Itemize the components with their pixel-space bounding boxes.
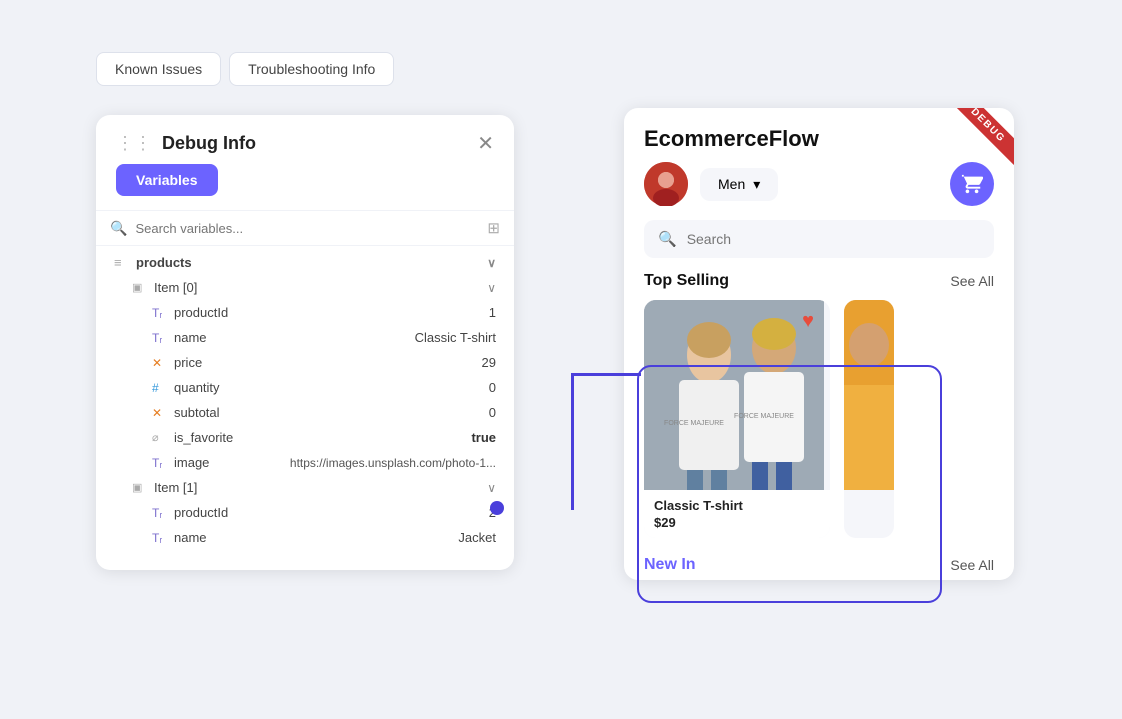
var-label-name-1: name bbox=[174, 530, 458, 545]
variables-button[interactable]: Variables bbox=[116, 164, 218, 196]
variables-list: ≡ products ∨ ▣ Item [0] ∨ Tᵣ productId 1… bbox=[96, 246, 514, 554]
top-tabs-container: Known Issues Troubleshooting Info bbox=[96, 52, 394, 86]
product-name-classic: Classic T-shirt bbox=[654, 498, 820, 513]
chevron-icon-item1: ∨ bbox=[487, 481, 496, 495]
ecom-search-icon: 🔍 bbox=[658, 230, 677, 248]
search-bar: 🔍 ⊞ bbox=[96, 210, 514, 246]
gender-dropdown[interactable]: Men ▾ bbox=[700, 168, 778, 201]
debug-corner: DEBUG bbox=[944, 108, 1014, 178]
ecommerce-panel: DEBUG EcommerceFlow Men ▾ 🔍 Top Selling … bbox=[624, 108, 1014, 580]
var-value-image: https://images.unsplash.com/photo-1... bbox=[290, 456, 496, 470]
ecom-search-input[interactable] bbox=[687, 231, 980, 247]
var-label-name: name bbox=[174, 330, 415, 345]
product-image-jacket-partial bbox=[844, 300, 894, 490]
debug-panel-title: Debug Info bbox=[162, 133, 256, 154]
var-label-price: price bbox=[174, 355, 482, 370]
text-icon-name1: Tᵣ bbox=[152, 531, 174, 545]
ecom-title: EcommerceFlow bbox=[644, 126, 819, 152]
var-label-item1: Item [1] bbox=[154, 480, 481, 495]
var-row-is-favorite: ⌀ is_favorite true bbox=[96, 425, 514, 450]
var-row-price: ✕ price 29 bbox=[96, 350, 514, 375]
var-value-subtotal: 0 bbox=[489, 405, 496, 420]
var-row-productid: Tᵣ productId 1 bbox=[96, 300, 514, 325]
list-icon: ≡ bbox=[114, 255, 136, 270]
close-button[interactable]: ✕ bbox=[477, 134, 494, 154]
search-icon: 🔍 bbox=[110, 220, 127, 237]
percent-icon-subtotal: ✕ bbox=[152, 406, 174, 420]
heart-icon[interactable]: ♥ bbox=[802, 310, 814, 333]
debug-title-row: ⋮⋮ Debug Info bbox=[116, 133, 256, 154]
product-card-classic-tshirt[interactable]: FORCE MAJEURE FORCE MAJEURE ♥ Classic T-… bbox=[644, 300, 830, 538]
debug-panel: ⋮⋮ Debug Info ✕ Variables 🔍 ⊞ ≡ products… bbox=[96, 115, 514, 570]
new-in-section: New In See All bbox=[624, 546, 1014, 580]
percent-icon: ✕ bbox=[152, 356, 174, 370]
var-row-item0[interactable]: ▣ Item [0] ∨ bbox=[96, 275, 514, 300]
tab-known-issues[interactable]: Known Issues bbox=[96, 52, 221, 86]
product-img-partial-svg bbox=[844, 300, 894, 490]
chevron-down-icon: ▾ bbox=[753, 176, 760, 193]
variables-tab: Variables bbox=[116, 164, 494, 196]
see-all-top-selling[interactable]: See All bbox=[950, 273, 994, 289]
var-row-quantity: # quantity 0 bbox=[96, 375, 514, 400]
connector-dot bbox=[490, 501, 504, 515]
dropdown-label: Men bbox=[718, 176, 745, 192]
chevron-icon-products: ∨ bbox=[487, 256, 496, 270]
var-value-productid: 1 bbox=[489, 305, 496, 320]
product-price-classic: $29 bbox=[654, 515, 820, 530]
var-label-item0: Item [0] bbox=[154, 280, 481, 295]
var-value-quantity: 0 bbox=[489, 380, 496, 395]
text-icon-image: Tᵣ bbox=[152, 456, 174, 470]
text-icon-pid1: Tᵣ bbox=[152, 506, 174, 520]
toggle-icon: ⌀ bbox=[152, 431, 174, 444]
product-image-classic: FORCE MAJEURE FORCE MAJEURE ♥ bbox=[644, 300, 824, 490]
var-row-subtotal: ✕ subtotal 0 bbox=[96, 400, 514, 425]
avatar bbox=[644, 162, 688, 206]
top-selling-title: Top Selling bbox=[644, 272, 729, 290]
svg-text:FORCE MAJEURE: FORCE MAJEURE bbox=[734, 413, 794, 420]
var-label-productid: productId bbox=[174, 305, 489, 320]
top-selling-header: Top Selling See All bbox=[624, 272, 1014, 300]
products-grid: FORCE MAJEURE FORCE MAJEURE ♥ Classic T-… bbox=[624, 300, 1014, 538]
item-icon: ▣ bbox=[132, 281, 154, 294]
var-label-is-favorite: is_favorite bbox=[174, 430, 471, 445]
product-card-jacket-partial[interactable] bbox=[844, 300, 894, 538]
item1-icon: ▣ bbox=[132, 481, 154, 494]
var-label-image: image bbox=[174, 455, 290, 470]
var-row-name-1: Tᵣ name Jacket bbox=[96, 525, 514, 550]
var-value-price: 29 bbox=[482, 355, 496, 370]
debug-badge: DEBUG bbox=[949, 108, 1014, 165]
connector-line-horizontal bbox=[571, 373, 641, 376]
hash-icon: # bbox=[152, 381, 174, 395]
var-row-products[interactable]: ≡ products ∨ bbox=[96, 250, 514, 275]
var-label-productid-1: productId bbox=[174, 505, 489, 520]
svg-text:FORCE MAJEURE: FORCE MAJEURE bbox=[664, 420, 724, 427]
new-in-label: New In bbox=[644, 556, 696, 574]
filter-icon[interactable]: ⊞ bbox=[487, 219, 500, 237]
product-info-classic: Classic T-shirt $29 bbox=[644, 490, 830, 538]
debug-panel-header: ⋮⋮ Debug Info ✕ bbox=[96, 115, 514, 164]
text-icon-name: Tᵣ bbox=[152, 331, 174, 345]
connector-line-vertical bbox=[571, 373, 574, 510]
var-row-item1[interactable]: ▣ Item [1] ∨ bbox=[96, 475, 514, 500]
grid-icon: ⋮⋮ bbox=[116, 133, 152, 154]
ecom-search-bar: 🔍 bbox=[644, 220, 994, 258]
product-img-svg: FORCE MAJEURE FORCE MAJEURE bbox=[644, 300, 824, 490]
var-row-name: Tᵣ name Classic T-shirt bbox=[96, 325, 514, 350]
var-value-name: Classic T-shirt bbox=[415, 330, 496, 345]
avatar-svg bbox=[644, 162, 688, 206]
text-icon: Tᵣ bbox=[152, 306, 174, 320]
var-label-subtotal: subtotal bbox=[174, 405, 489, 420]
var-value-is-favorite: true bbox=[471, 430, 496, 445]
chevron-icon-item0: ∨ bbox=[487, 281, 496, 295]
var-row-image: Tᵣ image https://images.unsplash.com/pho… bbox=[96, 450, 514, 475]
var-label-quantity: quantity bbox=[174, 380, 489, 395]
search-input[interactable] bbox=[135, 221, 479, 236]
tab-troubleshooting[interactable]: Troubleshooting Info bbox=[229, 52, 394, 86]
see-all-new-in[interactable]: See All bbox=[950, 557, 994, 573]
var-row-productid-1: Tᵣ productId 2 bbox=[96, 500, 514, 525]
var-value-name-1: Jacket bbox=[458, 530, 496, 545]
var-label-products: products bbox=[136, 255, 481, 270]
